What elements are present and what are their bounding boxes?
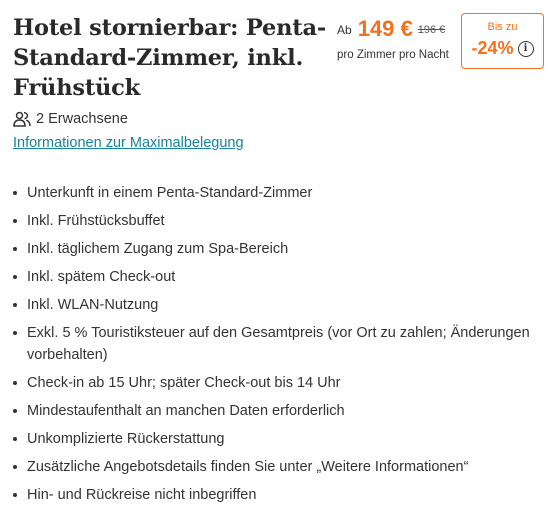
list-item: Inkl. WLAN-Nutzung [13,294,548,316]
list-item: Unterkunft in einem Penta-Standard-Zimme… [13,182,548,204]
info-icon[interactable]: i [517,40,534,57]
list-item: Inkl. Frühstücksbuffet [13,210,548,232]
guests: 2 Erwachsene [13,111,128,127]
original-price: 196 € [417,24,446,36]
discount-badge: Bis zu -24% i [461,13,544,69]
users-icon [13,111,31,127]
price-prefix: Ab [337,23,352,37]
max-occupancy-link[interactable]: Informationen zur Maximalbelegung [13,135,244,151]
list-item: Hin- und Rückreise nicht inbegriffen [13,484,548,506]
price-block: Ab 149 € 196 € pro Zimmer pro Nacht [337,16,453,61]
list-item: Inkl. täglichem Zugang zum Spa-Bereich [13,238,548,260]
list-item: Exkl. 5 % Touristiksteuer auf den Gesamt… [13,322,548,366]
current-price: 149 € [357,16,413,41]
list-item: Check-in ab 15 Uhr; später Check-out bis… [13,372,548,394]
list-item: Zusätzliche Angebotsdetails finden Sie u… [13,456,548,478]
guests-count: 2 Erwachsene [36,111,128,127]
feature-list: Unterkunft in einem Penta-Standard-Zimme… [13,182,548,512]
discount-value: -24% [471,38,514,58]
price-row: Ab 149 € 196 € [337,16,453,42]
list-item: Inkl. spätem Check-out [13,266,548,288]
list-item: Unkomplizierte Rückerstattung [13,428,548,450]
discount-row: -24% i [462,38,543,59]
list-item: Mindestaufenthalt an manchen Daten erfor… [13,400,548,422]
discount-label: Bis zu [487,21,518,33]
deal-title: Hotel stornierbar: Penta-Standard-Zimmer… [13,15,326,101]
price-unit: pro Zimmer pro Nacht [337,49,449,61]
